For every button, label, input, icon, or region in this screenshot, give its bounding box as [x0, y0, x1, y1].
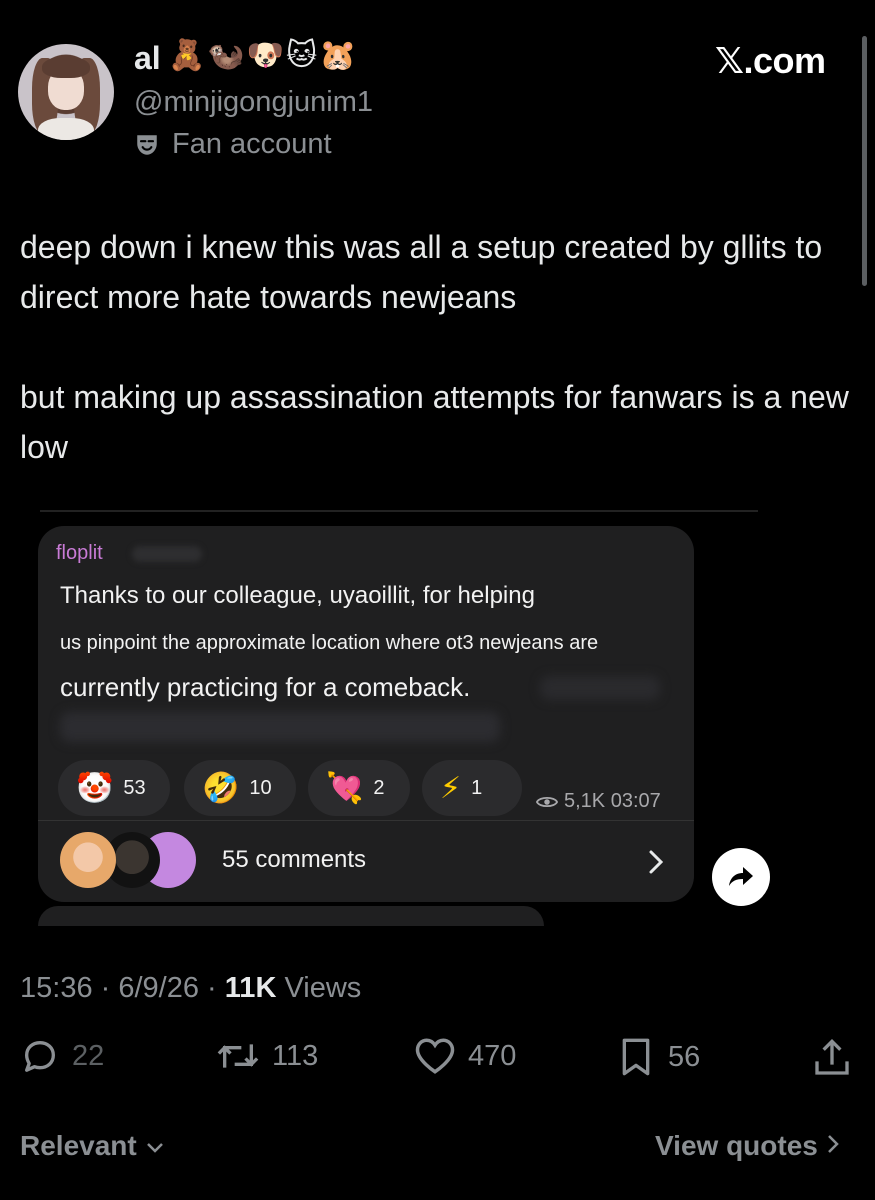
- embedded-post-stats: 5,1K 03:07: [536, 790, 661, 813]
- reaction-lightning[interactable]: ⚡ 1: [422, 760, 522, 816]
- reaction-clown[interactable]: 🤡 53: [58, 760, 170, 816]
- bookmark-button[interactable]: 56: [616, 1036, 700, 1078]
- heart-arrow-emoji-icon: 💘: [326, 771, 364, 805]
- tweet-text: deep down i knew this was all a setup cr…: [20, 222, 850, 522]
- repost-icon: [217, 1044, 259, 1068]
- tweet-paragraph: deep down i knew this was all a setup cr…: [20, 229, 823, 315]
- display-name[interactable]: al: [134, 40, 161, 77]
- profile-avatar[interactable]: [18, 44, 114, 140]
- tweet-paragraph: but making up assassination attempts for…: [20, 379, 849, 465]
- chevron-right-icon[interactable]: [646, 848, 666, 876]
- views-label: Views: [284, 972, 362, 1004]
- clown-emoji-icon: 🤡: [76, 771, 114, 805]
- repost-button[interactable]: 113: [216, 1036, 318, 1076]
- blurred-redaction: [132, 546, 202, 562]
- view-quotes-label: View quotes: [655, 1130, 818, 1161]
- reaction-count: 10: [249, 776, 272, 799]
- media-top-edge: [40, 510, 758, 512]
- embedded-message-line: us pinpoint the approximate location whe…: [60, 632, 599, 654]
- forward-arrow-icon: [729, 867, 753, 886]
- embedded-sender-name: floplit: [56, 542, 103, 564]
- account-label: Fan account: [134, 128, 332, 161]
- tweet-time: 15:36: [20, 972, 93, 1004]
- chevron-right-icon: [827, 1135, 839, 1153]
- card-divider: [38, 820, 694, 821]
- tweet-meta: 15:36 · 6/9/26 · 11K Views: [20, 972, 362, 1004]
- blurred-redaction: [60, 712, 500, 742]
- share-button[interactable]: [812, 1036, 864, 1080]
- reaction-count: 53: [123, 776, 146, 799]
- commenter-avatar: [60, 832, 116, 888]
- name-emojis: 🧸🦦🐶🐱🐹: [168, 39, 359, 72]
- sort-replies-dropdown[interactable]: Relevant: [20, 1130, 165, 1162]
- view-quotes-link[interactable]: View quotes: [655, 1130, 840, 1162]
- scrollbar[interactable]: [862, 36, 867, 286]
- embedded-time: 03:07: [610, 790, 661, 812]
- reply-button[interactable]: 22: [20, 1036, 104, 1076]
- repost-count: 113: [272, 1039, 319, 1072]
- reply-count: 22: [72, 1039, 105, 1072]
- reaction-heart-arrow[interactable]: 💘 2: [308, 760, 410, 816]
- tweet-date: 6/9/26: [118, 972, 199, 1004]
- embedded-views: 5,1K: [564, 790, 606, 812]
- heart-icon: [415, 1038, 455, 1074]
- theater-mask-icon: [137, 134, 157, 155]
- embedded-message-line: currently practicing for a comeback.: [60, 672, 471, 702]
- like-button[interactable]: 470: [414, 1036, 516, 1076]
- blurred-redaction: [540, 676, 660, 700]
- user-handle[interactable]: @minjigongjunim1: [134, 86, 373, 119]
- rofl-emoji-icon: 🤣: [202, 771, 240, 805]
- reaction-rofl[interactable]: 🤣 10: [184, 760, 296, 816]
- next-message-edge: [38, 906, 544, 926]
- embedded-message-line: Thanks to our colleague, uyaoillit, for …: [60, 582, 535, 609]
- reaction-count: 2: [373, 776, 385, 799]
- forward-button[interactable]: [712, 848, 770, 906]
- account-label-text: Fan account: [172, 128, 332, 160]
- sort-label: Relevant: [20, 1130, 137, 1161]
- x-brand-watermark: 𝕏.com: [715, 40, 826, 81]
- reaction-count: 1: [471, 776, 483, 799]
- bookmark-count: 56: [668, 1040, 701, 1073]
- reply-icon: [25, 1041, 55, 1072]
- eye-icon: [536, 796, 558, 807]
- bookmark-icon: [622, 1038, 650, 1076]
- share-icon: [815, 1038, 849, 1075]
- views-count[interactable]: 11K: [225, 972, 277, 1004]
- like-count: 470: [468, 1039, 517, 1072]
- comments-link[interactable]: 55 comments: [222, 846, 366, 874]
- chevron-down-icon: [146, 1143, 163, 1153]
- lightning-emoji-icon: ⚡: [440, 771, 462, 805]
